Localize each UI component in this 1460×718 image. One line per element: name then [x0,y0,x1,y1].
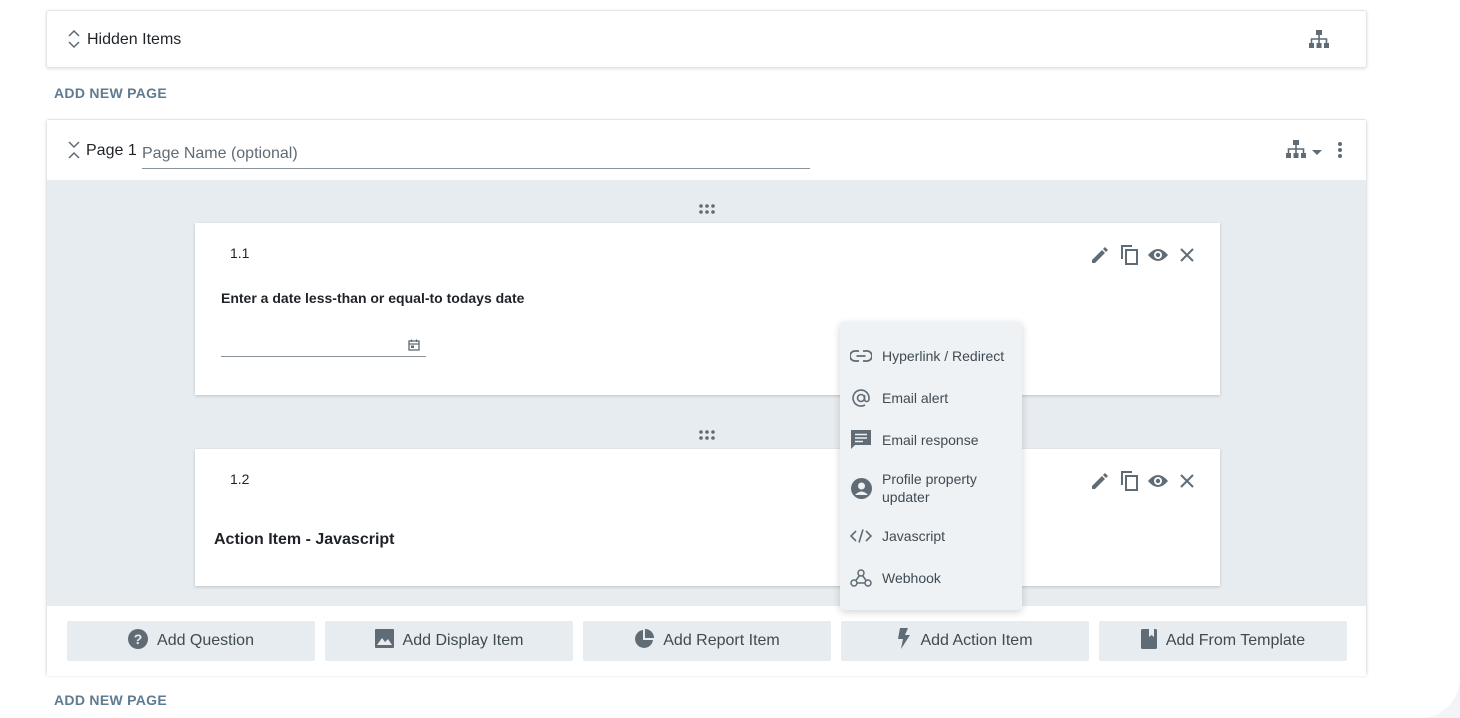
webhook-icon [850,567,872,589]
book-icon [1140,628,1157,654]
add-from-template-button[interactable]: Add From Template [1099,621,1347,661]
more-vertical-icon[interactable] [1337,141,1343,164]
logic-tree-icon[interactable] [1309,30,1329,53]
lightning-icon [897,628,911,654]
hidden-items-title: Hidden Items [87,31,182,48]
page-header: Page 1 [47,120,1366,180]
duplicate-icon[interactable] [1117,243,1140,267]
add-action-item-label: Add Action Item [920,632,1033,649]
menu-item-javascript[interactable]: Javascript [840,515,1022,557]
add-report-item-button[interactable]: Add Report Item [583,621,831,661]
menu-item-webhook[interactable]: Webhook [840,557,1022,599]
add-from-template-label: Add From Template [1165,632,1306,649]
menu-item-label: Email alert [882,390,949,406]
menu-item-label: Profile property updater [882,471,977,505]
question-text: Enter a date less-than or equal-to today… [221,290,525,306]
image-icon [374,629,394,653]
menu-item-profile-property-updater[interactable]: Profile property updater [840,461,1022,515]
add-display-item-button[interactable]: Add Display Item [325,621,573,661]
message-icon [850,429,872,451]
add-new-page-link-bottom[interactable]: ADD NEW PAGE [54,692,167,708]
add-question-button[interactable]: ? Add Question [67,621,315,661]
pie-chart-icon [634,628,655,654]
add-question-label: Add Question [157,632,254,649]
edit-icon[interactable] [1088,243,1111,267]
menu-item-email-alert[interactable]: Email alert [840,377,1022,419]
menu-item-label: Hyperlink / Redirect [882,348,1005,364]
page-logic-dropdown[interactable] [1286,140,1322,163]
visibility-icon[interactable] [1146,243,1169,267]
app-frame: Hidden Items ADD NEW PAGE Page 1 Page Na… [0,0,1460,718]
account-circle-icon [850,477,872,499]
caret-down-icon [1312,143,1322,161]
menu-item-label: Webhook [882,570,941,586]
link-icon [850,345,872,367]
close-icon[interactable] [1175,243,1198,267]
add-report-item-label: Add Report Item [663,632,780,649]
item-actions [1088,243,1198,267]
menu-item-label: Javascript [882,528,946,544]
code-icon [850,525,872,547]
action-type-menu: Hyperlink / Redirect Email alert Email r… [840,322,1022,610]
drag-handle-icon[interactable] [698,201,716,219]
menu-item-email-response[interactable]: Email response [840,419,1022,461]
question-item-card[interactable]: 1.1 Enter a date less-than or equal-to t… [195,223,1220,395]
page-name-input[interactable] [142,136,810,169]
page-card: Page 1 1.1 [46,119,1367,676]
page-label: Page 1 [86,142,137,159]
hidden-items-card: Hidden Items [46,10,1367,68]
expand-collapse-icon[interactable] [67,29,81,53]
edit-icon[interactable] [1088,469,1111,493]
menu-item-hyperlink[interactable]: Hyperlink / Redirect [840,335,1022,377]
calendar-icon[interactable] [408,338,420,356]
add-item-toolbar: ? Add Question Add Display Item Add Repo… [47,606,1366,676]
collapse-icon[interactable] [67,141,81,164]
svg-text:?: ? [134,631,143,647]
at-sign-icon [850,387,872,409]
item-actions [1088,469,1198,493]
help-circle-icon: ? [128,628,149,654]
drag-handle-icon[interactable] [698,427,716,445]
add-new-page-link-top[interactable]: ADD NEW PAGE [54,85,167,101]
visibility-icon[interactable] [1146,469,1169,493]
item-number: 1.2 [230,471,250,487]
action-item-title: Action Item - Javascript [214,531,395,548]
date-input[interactable] [221,333,426,357]
duplicate-icon[interactable] [1117,469,1140,493]
add-action-item-button[interactable]: Add Action Item [841,621,1089,661]
add-display-item-label: Add Display Item [402,632,524,649]
action-item-card[interactable]: 1.2 Action Item - Javascript [195,449,1220,586]
page-body: 1.1 Enter a date less-than or equal-to t… [47,180,1366,606]
close-icon[interactable] [1175,469,1198,493]
logic-tree-icon [1286,140,1306,163]
menu-item-label: Email response [882,432,979,448]
item-number: 1.1 [230,245,250,261]
